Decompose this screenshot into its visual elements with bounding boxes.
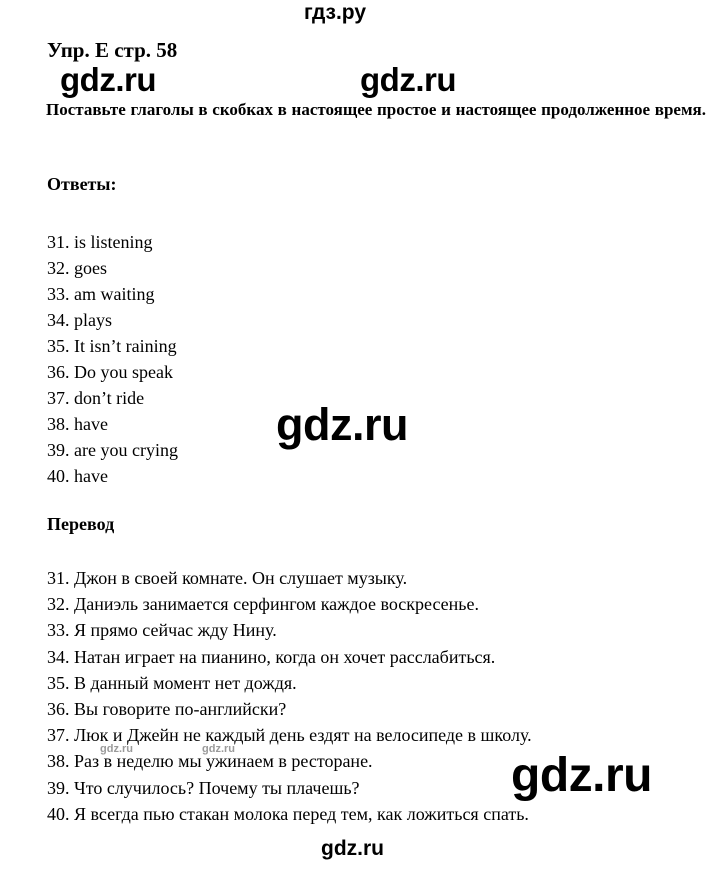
- translation-item: 40. Я всегда пью стакан молока перед тем…: [47, 801, 532, 827]
- answer-item-text: goes: [69, 258, 107, 278]
- translation-item-number: 31.: [47, 568, 70, 588]
- watermark-top-logo: гдз.ру: [304, 1, 367, 24]
- translation-item-text: Натан играет на пианино, когда он хочет …: [69, 646, 496, 667]
- translation-item-text: Что случилось? Почему ты плачешь?: [69, 777, 360, 798]
- answer-item-number: 34.: [47, 310, 70, 330]
- translation-item-text: Раз в неделю мы ужинаем в ресторане.: [69, 751, 373, 772]
- answer-item-number: 31.: [47, 232, 70, 252]
- translation-item-text: Я всегда пью стакан молока перед тем, ка…: [69, 803, 529, 824]
- translation-item: 34. Натан играет на пианино, когда он хо…: [47, 644, 532, 670]
- translation-item-text: Я прямо сейчас жду Нину.: [69, 620, 277, 641]
- translation-item-number: 39.: [47, 777, 70, 798]
- translation-item-number: 32.: [47, 594, 70, 615]
- page-title: Упр. E стр. 58: [47, 38, 178, 62]
- translation-list: 31. Джон в своей комнате. Он слушает муз…: [47, 565, 532, 827]
- translation-item-text: Даниэль занимается серфингом каждое воск…: [69, 594, 479, 615]
- translation-item-number: 33.: [47, 620, 70, 641]
- watermark-bottom-right: gdz.ru: [511, 749, 652, 802]
- translation-item-number: 35.: [47, 672, 70, 693]
- answer-item-number: 35.: [47, 336, 70, 356]
- answers-heading: Ответы:: [47, 174, 117, 194]
- answer-item-text: am waiting: [69, 284, 155, 304]
- translation-item: 36. Вы говорите по-английски?: [47, 696, 532, 722]
- translation-item: 37. Люк и Джейн не каждый день ездят на …: [47, 722, 532, 748]
- answer-item: 38. have: [47, 411, 178, 437]
- translation-item: 33. Я прямо сейчас жду Нину.: [47, 617, 532, 643]
- answer-item-number: 40.: [47, 466, 70, 486]
- answer-item: 37. don’t ride: [47, 385, 178, 411]
- task-instruction: Поставьте глаголы в скобках в настоящее …: [46, 100, 706, 119]
- translation-item: 39. Что случилось? Почему ты плачешь?: [47, 775, 532, 801]
- answer-item: 34. plays: [47, 307, 178, 333]
- answer-item-number: 33.: [47, 284, 70, 304]
- translation-item: 38. Раз в неделю мы ужинаем в ресторане.: [47, 748, 532, 774]
- translation-item: 31. Джон в своей комнате. Он слушает муз…: [47, 565, 532, 591]
- answer-item-text: have: [69, 466, 108, 486]
- answer-item-number: 32.: [47, 258, 70, 278]
- answer-item-text: plays: [69, 310, 112, 330]
- answer-item-text: It isn’t raining: [69, 336, 177, 356]
- answer-item-text: have: [69, 414, 108, 434]
- translation-item-text: В данный момент нет дождя.: [69, 672, 297, 693]
- answer-item: 32. goes: [47, 255, 178, 281]
- answer-item-number: 38.: [47, 414, 70, 434]
- watermark-mid-right: gdz.ru: [360, 61, 456, 98]
- translation-item: 32. Даниэль занимается серфингом каждое …: [47, 591, 532, 617]
- answer-item-text: are you crying: [69, 440, 178, 460]
- translation-item: 35. В данный момент нет дождя.: [47, 670, 532, 696]
- answer-item-number: 36.: [47, 362, 70, 382]
- answer-item: 39. are you crying: [47, 437, 178, 463]
- answer-item: 31. is listening: [47, 229, 178, 255]
- translation-item-text: Люк и Джейн не каждый день ездят на вело…: [69, 725, 532, 746]
- translation-item-number: 34.: [47, 646, 70, 667]
- watermark-bottom-center: gdz.ru: [321, 837, 384, 860]
- translation-item-number: 38.: [47, 751, 70, 772]
- answer-item: 33. am waiting: [47, 281, 178, 307]
- translation-item-text: Джон в своей комнате. Он слушает музыку.: [69, 568, 408, 588]
- translation-item-text: Вы говорите по-английски?: [69, 699, 287, 720]
- translation-item-number: 40.: [47, 803, 70, 824]
- page-canvas: гдз.ру gdz.ru gdz.ru gdz.ru gdz.ru gdz.r…: [0, 0, 720, 871]
- watermark-mid-left: gdz.ru: [60, 61, 156, 98]
- translation-heading: Перевод: [47, 514, 115, 534]
- answer-item: 40. have: [47, 463, 178, 489]
- answer-item-number: 39.: [47, 440, 70, 460]
- watermark-center: gdz.ru: [276, 399, 408, 450]
- translation-item-number: 36.: [47, 699, 70, 720]
- answer-item: 35. It isn’t raining: [47, 333, 178, 359]
- answer-item-text: Do you speak: [69, 362, 173, 382]
- translation-item-number: 37.: [47, 725, 70, 746]
- answer-item-text: don’t ride: [69, 388, 145, 408]
- answer-item: 36. Do you speak: [47, 359, 178, 385]
- answers-list: 31. is listening 32. goes 33. am waiting 34…: [47, 229, 178, 489]
- answer-item-text: is listening: [69, 232, 153, 252]
- answer-item-number: 37.: [47, 388, 70, 408]
